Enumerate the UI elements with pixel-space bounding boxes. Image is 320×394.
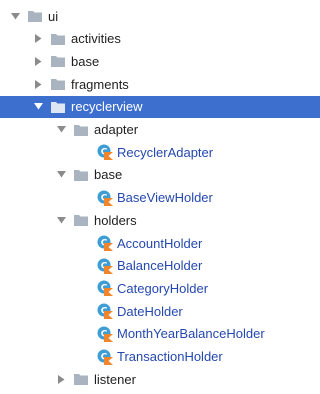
tree-item-label: BalanceHolder	[117, 258, 203, 274]
chevron-down-icon[interactable]	[57, 125, 66, 134]
chevron-right-icon[interactable]	[57, 374, 66, 384]
tree-item-label: base	[94, 167, 123, 183]
kotlin-class-icon: C	[97, 349, 113, 365]
folder-icon	[74, 215, 88, 227]
tree-folder-base[interactable]: base	[0, 164, 320, 186]
kotlin-class-icon: C	[97, 235, 113, 251]
tree-item-label: adapter	[94, 122, 139, 137]
chevron-right-icon[interactable]	[34, 34, 43, 44]
folder-icon	[51, 101, 65, 113]
tree-item-label: BaseViewHolder	[117, 190, 213, 206]
tree-file-base-view-holder[interactable]: C BaseViewHolder	[0, 187, 320, 209]
tree-folder-activities[interactable]: activities	[0, 28, 320, 50]
chevron-down-icon[interactable]	[57, 170, 66, 179]
folder-icon	[74, 374, 88, 386]
folder-icon	[74, 169, 88, 181]
tree-folder-ui[interactable]: ui	[0, 5, 308, 27]
tree-item-label: MonthYearBalanceHolder	[117, 326, 265, 342]
chevron-down-icon[interactable]	[57, 216, 66, 225]
tree-item-label: activities	[71, 31, 121, 47]
tree-file-balance-holder[interactable]: C BalanceHolder	[0, 255, 320, 277]
tree-folder-adapter[interactable]: adapter	[0, 119, 320, 141]
tree-item-label: holders	[94, 212, 137, 228]
tree-item-label: RecyclerAdapter	[117, 144, 214, 160]
tree-item-label: listener	[94, 371, 136, 387]
tree-item-label: base	[71, 53, 100, 69]
tree-item-label: fragments	[71, 76, 129, 92]
tree-folder-recyclerview[interactable]: recyclerview	[0, 95, 320, 118]
chevron-right-icon[interactable]	[34, 56, 43, 66]
kotlin-class-icon: C	[97, 258, 113, 274]
tree-item-label: DateHolder	[117, 303, 183, 319]
tree-file-account-holder[interactable]: C AccountHolder	[0, 232, 320, 254]
tree-item-label: TransactionHolder	[117, 349, 223, 364]
tree-item-label: AccountHolder	[117, 235, 203, 251]
folder-icon	[51, 33, 65, 45]
tree-item-label: ui	[48, 8, 59, 24]
chevron-right-icon[interactable]	[34, 79, 43, 89]
chevron-down-icon[interactable]	[11, 12, 20, 21]
tree-item-label: CategoryHolder	[117, 280, 209, 296]
tree-file-date-holder[interactable]: C DateHolder	[0, 300, 320, 322]
chevron-down-icon[interactable]	[34, 102, 43, 111]
tree-file-transaction-holder[interactable]: C TransactionHolder	[0, 346, 320, 368]
tree-file-category-holder[interactable]: C CategoryHolder	[0, 277, 320, 299]
kotlin-class-icon: C	[97, 326, 113, 342]
folder-icon	[74, 124, 88, 136]
kotlin-class-icon: C	[97, 190, 113, 206]
tree-item-label: recyclerview	[71, 99, 143, 115]
tree-folder-fragments[interactable]: fragments	[0, 73, 320, 95]
folder-icon	[51, 56, 65, 68]
kotlin-class-icon: C	[97, 303, 113, 320]
tree-folder-listener[interactable]: listener	[0, 368, 320, 390]
kotlin-class-icon: C	[97, 280, 113, 297]
tree-folder-holders[interactable]: holders	[0, 209, 320, 231]
folder-icon	[28, 11, 42, 22]
folder-icon	[51, 79, 65, 91]
tree-file-recycler-adapter[interactable]: C RecyclerAdapter	[0, 141, 320, 163]
tree-file-month-year-balance-holder[interactable]: C MonthYearBalanceHolder	[0, 323, 320, 345]
kotlin-class-icon: C	[97, 144, 113, 161]
tree-folder-base[interactable]: base	[0, 50, 320, 72]
